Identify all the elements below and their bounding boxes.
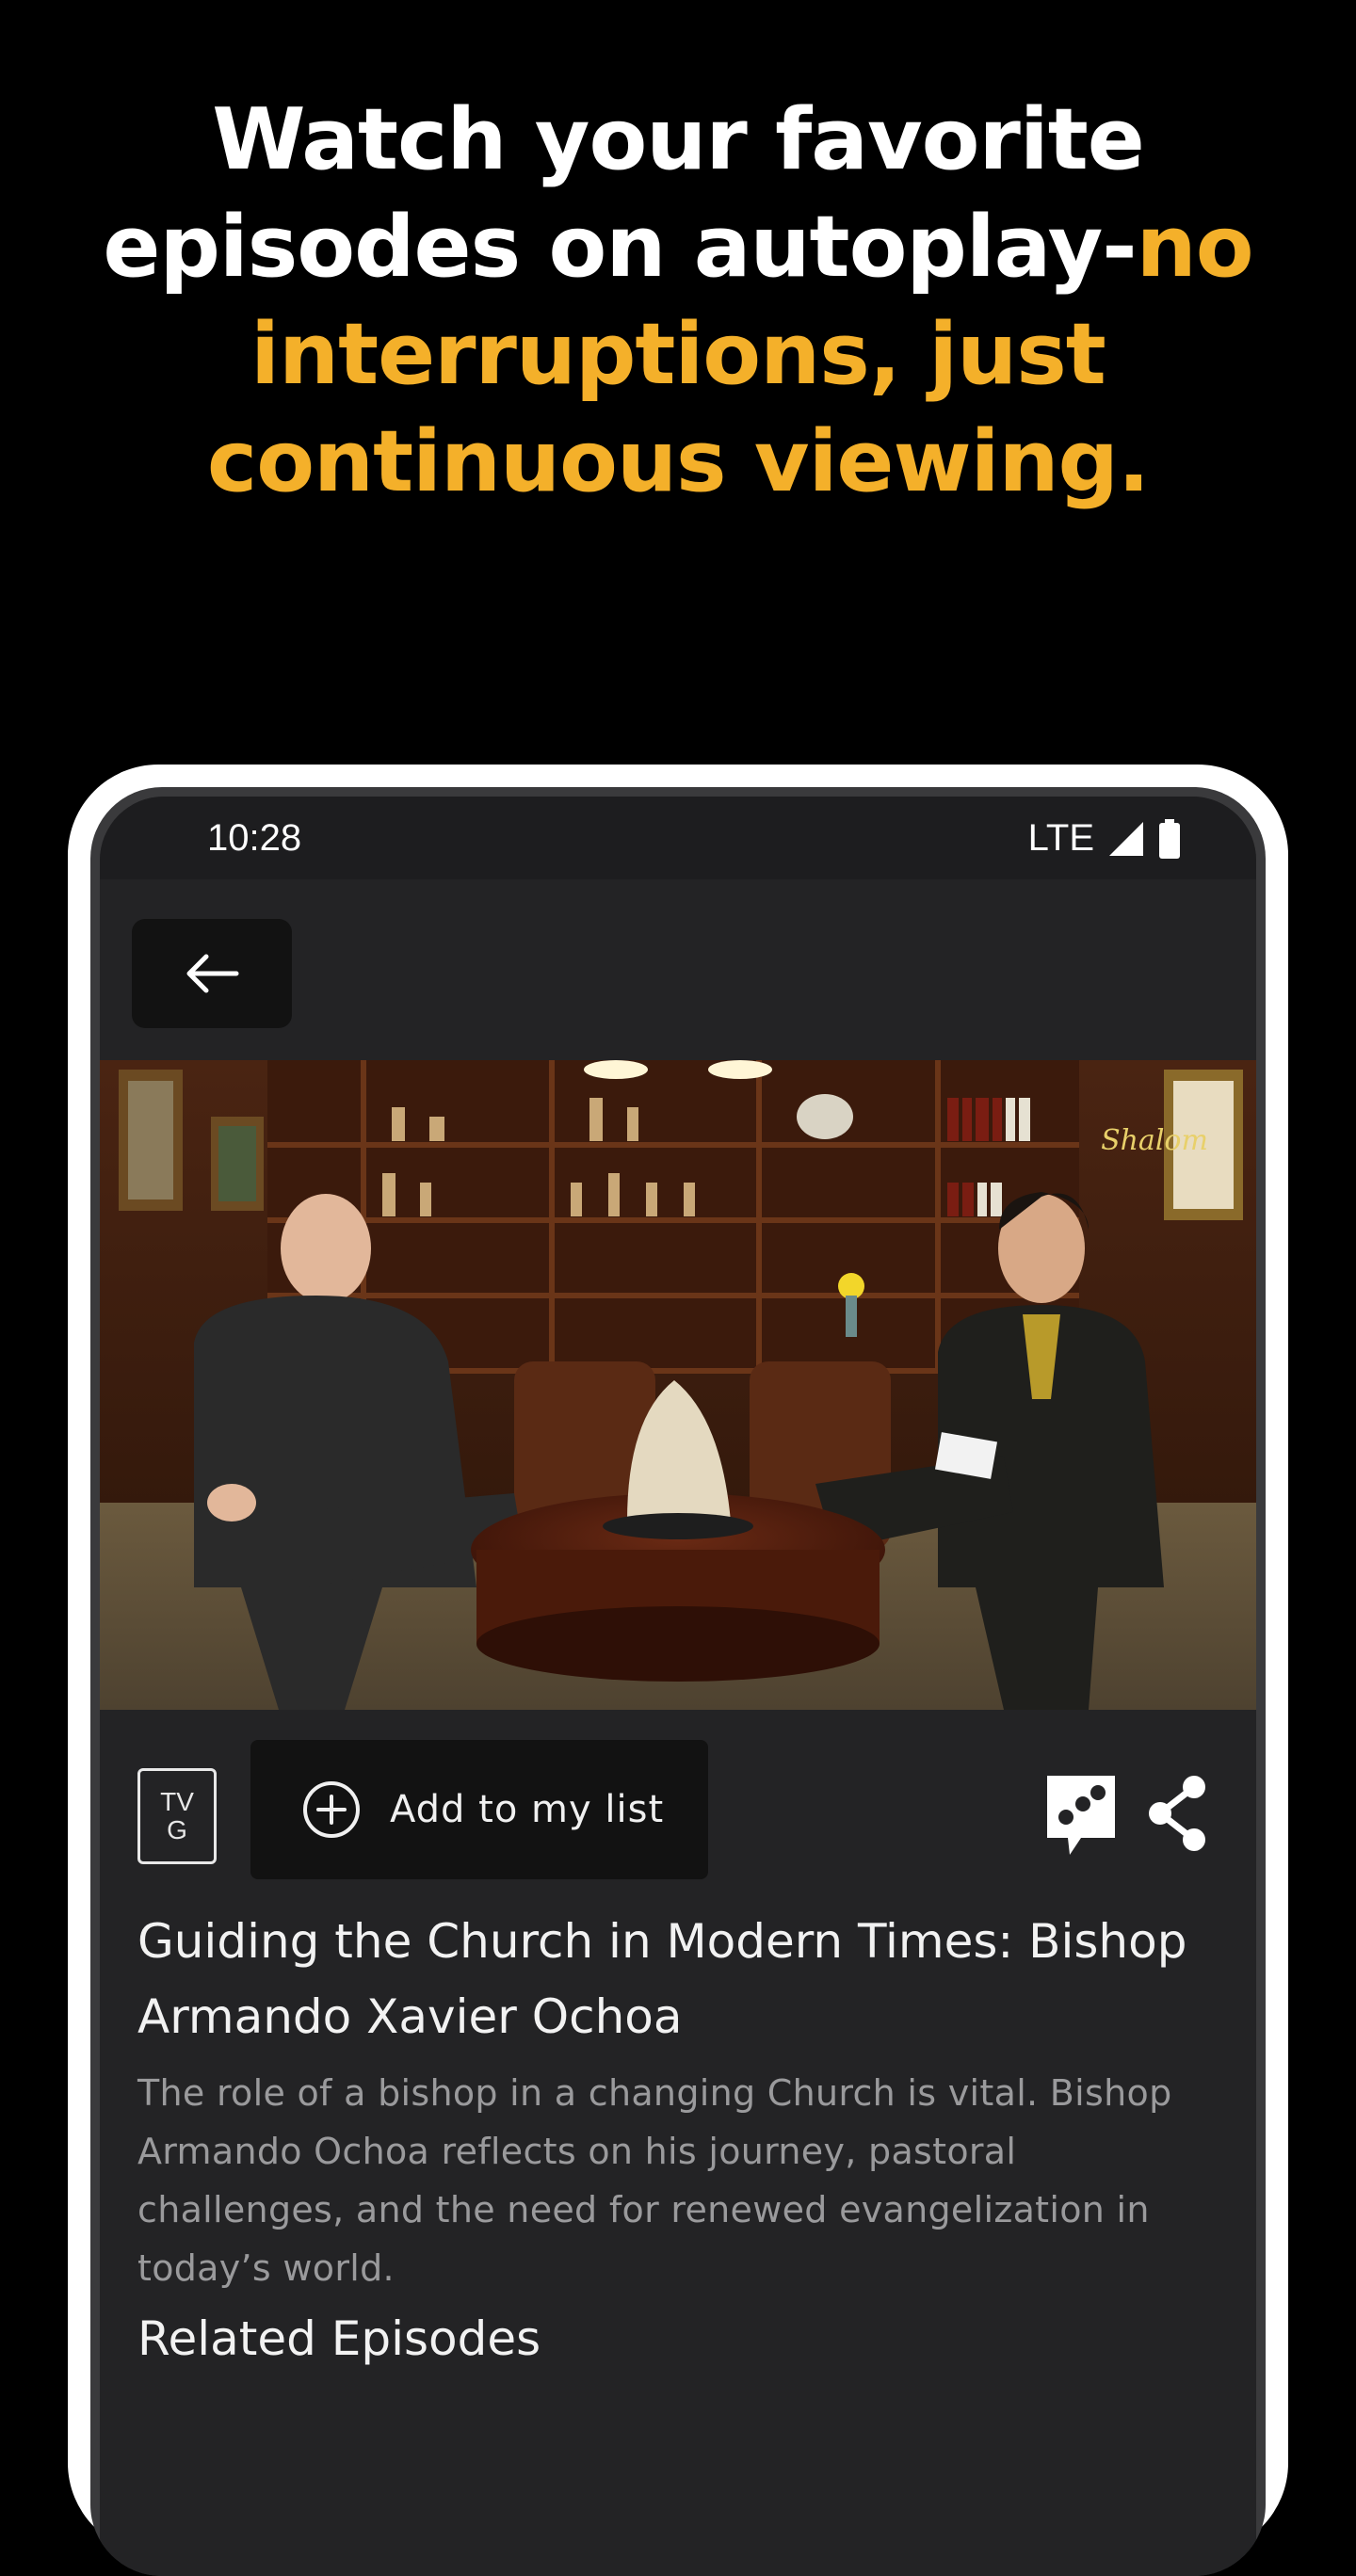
app-screen: 10:28 LTE Shalom TV G Add to my list Gui…: [100, 797, 1256, 2576]
episode-description: The role of a bishop in a changing Churc…: [137, 2072, 1172, 2289]
add-to-list-label: Add to my list: [390, 1788, 665, 1831]
video-frame-image: Shalom: [100, 1060, 1256, 1710]
episode-title: Guiding the Church in Modern Times: Bish…: [137, 1914, 1187, 2044]
back-button[interactable]: [132, 919, 292, 1028]
battery-icon: [1159, 818, 1180, 859]
rating-line2: G: [167, 1815, 187, 1844]
rating-line1: TV: [160, 1787, 194, 1816]
action-row: TV G Add to my list: [100, 1710, 1256, 1879]
share-icon[interactable]: [1145, 1774, 1211, 1853]
status-time: 10:28: [207, 817, 302, 859]
arrow-left-icon: [186, 954, 239, 993]
related-episodes-heading: Related Episodes: [137, 2311, 541, 2366]
phone-mockup: 10:28 LTE Shalom TV G Add to my list Gui…: [68, 765, 1288, 2576]
status-bar: 10:28 LTE: [100, 797, 1256, 879]
app-bar: [100, 879, 1256, 1060]
promo-headline: Watch your favorite episodes on autoplay…: [0, 87, 1356, 516]
chat-icon[interactable]: [1043, 1772, 1119, 1859]
add-to-list-button[interactable]: Add to my list: [250, 1740, 708, 1879]
network-type: LTE: [1027, 817, 1094, 859]
svg-text:Shalom: Shalom: [1101, 1124, 1208, 1157]
video-player[interactable]: Shalom: [100, 1060, 1256, 1710]
plus-circle-icon: [303, 1781, 360, 1838]
headline-white: Watch your favorite episodes on autoplay…: [103, 90, 1144, 297]
status-icons: LTE: [1028, 817, 1181, 860]
phone-bezel: 10:28 LTE Shalom TV G Add to my list Gui…: [90, 787, 1266, 2576]
tv-rating-badge: TV G: [137, 1768, 217, 1864]
signal-icon: [1109, 821, 1143, 856]
